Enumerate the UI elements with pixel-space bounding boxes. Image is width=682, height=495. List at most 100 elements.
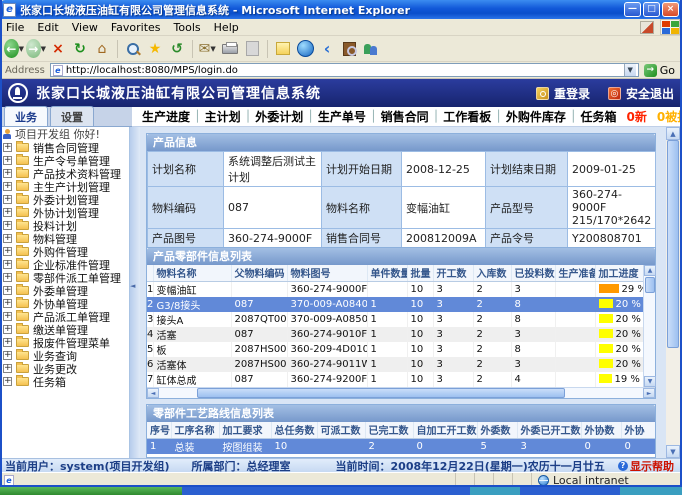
tree-item-18[interactable]: +任务箱 <box>0 375 129 388</box>
quick-swoosh-icon[interactable]: ‹ <box>317 39 337 59</box>
menu-item-file[interactable]: File <box>6 21 24 34</box>
table-row[interactable]: 4活塞087360-274-9010F11032320 % <box>147 327 643 342</box>
search-icon[interactable] <box>123 39 143 59</box>
taskbar-segment[interactable] <box>470 487 520 495</box>
tab-业务[interactable]: 业务 <box>4 106 48 126</box>
expand-icon[interactable]: + <box>3 182 12 191</box>
column-header[interactable]: 父物料编码 <box>231 265 287 281</box>
expand-icon[interactable]: + <box>3 221 12 230</box>
logout-button[interactable]: ◎ 安全退出 <box>608 85 674 102</box>
expand-icon[interactable]: + <box>3 273 12 282</box>
back-icon[interactable]: ←▼ <box>4 39 24 59</box>
menu-item-edit[interactable]: Edit <box>37 21 58 34</box>
menu-item-view[interactable]: View <box>72 21 98 34</box>
expand-icon[interactable]: + <box>3 143 12 152</box>
taskbar-segment[interactable] <box>620 487 682 495</box>
table-row[interactable]: 2G3/8接头087370-009-A084011032820 % <box>147 297 643 312</box>
scroll-thumb[interactable] <box>645 277 655 293</box>
column-header[interactable]: 自加工开工数 <box>413 422 477 438</box>
menu-item-favorites[interactable]: Favorites <box>111 21 161 34</box>
expand-icon[interactable]: + <box>3 351 12 360</box>
nav-item-0[interactable]: 生产进度 <box>142 108 190 125</box>
edit-icon[interactable] <box>242 39 262 59</box>
nav-item-1[interactable]: 主计划 <box>205 108 241 125</box>
address-dropdown-icon[interactable]: ▼ <box>624 64 636 76</box>
mail-icon[interactable]: ✉▼ <box>198 39 218 59</box>
scroll-down-icon[interactable]: ▼ <box>644 376 656 387</box>
table-row[interactable]: 1总装按图组装10205300 <box>147 438 655 454</box>
page-vertical-scrollbar[interactable]: ▲ ▼ <box>666 127 680 458</box>
scroll-down-icon[interactable]: ▼ <box>666 445 680 458</box>
column-header[interactable]: 外委已开工数 <box>517 422 581 438</box>
nav-item-7[interactable]: 任务箱 <box>580 108 616 125</box>
scroll-right-icon[interactable]: ► <box>643 388 655 398</box>
refresh-icon[interactable]: ↻ <box>70 39 90 59</box>
nav-item-3[interactable]: 生产单号 <box>318 108 366 125</box>
menu-item-tools[interactable]: Tools <box>174 21 201 34</box>
messenger-globe-icon[interactable] <box>295 39 315 59</box>
expand-icon[interactable]: + <box>3 377 12 386</box>
nav-item-5[interactable]: 工作看板 <box>443 108 491 125</box>
column-header[interactable]: 批量 <box>407 265 433 281</box>
column-header[interactable]: 外委数 <box>477 422 517 438</box>
dropdown-icon[interactable]: ▼ <box>41 45 46 53</box>
tab-设置[interactable]: 设置 <box>50 106 94 126</box>
expand-icon[interactable]: + <box>3 286 12 295</box>
expand-icon[interactable]: + <box>3 169 12 178</box>
relogin-button[interactable]: 重登录 <box>536 85 590 102</box>
column-header[interactable]: 入库数 <box>473 265 511 281</box>
table-row[interactable]: 1变幅油缸360-274-9000F1032329 % <box>147 281 643 297</box>
dropdown-icon[interactable]: ▼ <box>19 45 24 53</box>
grid-horizontal-scrollbar[interactable]: ◄ ► <box>147 387 655 398</box>
column-header[interactable]: 序号 <box>147 422 171 438</box>
go-button[interactable]: → Go <box>644 64 679 77</box>
menu-item-help[interactable]: Help <box>214 21 239 34</box>
expand-icon[interactable]: + <box>3 156 12 165</box>
print-icon[interactable] <box>220 39 240 59</box>
expand-icon[interactable]: + <box>3 312 12 321</box>
favorites-icon[interactable]: ★ <box>145 39 165 59</box>
expand-icon[interactable]: + <box>3 325 12 334</box>
expand-icon[interactable]: + <box>3 338 12 347</box>
windows-taskbar[interactable] <box>0 487 682 495</box>
expand-icon[interactable]: + <box>3 299 12 308</box>
forward-icon[interactable]: →▼ <box>26 39 46 59</box>
nav-item-2[interactable]: 外委计划 <box>255 108 303 125</box>
expand-icon[interactable]: + <box>3 234 12 243</box>
column-header[interactable]: 单件数量 <box>367 265 407 281</box>
nav-item-6[interactable]: 外购件库存 <box>506 108 566 125</box>
scroll-left-icon[interactable]: ◄ <box>147 388 159 398</box>
column-header[interactable]: 物料图号 <box>287 265 367 281</box>
table-row[interactable]: 3接头A2087QT002370-009-A085011032820 % <box>147 312 643 327</box>
column-header[interactable]: 开工数 <box>433 265 473 281</box>
column-header[interactable]: 可派工数 <box>317 422 365 438</box>
scroll-up-icon[interactable]: ▲ <box>666 127 680 140</box>
stop-icon[interactable]: × <box>48 39 68 59</box>
expand-icon[interactable]: + <box>3 260 12 269</box>
table-row[interactable]: 6活塞体2087HS002360-274-9011W11032320 % <box>147 357 643 372</box>
expand-icon[interactable]: + <box>3 364 12 373</box>
expand-icon[interactable]: + <box>3 208 12 217</box>
discuss-note-icon[interactable] <box>273 39 293 59</box>
home-icon[interactable]: ⌂ <box>92 39 112 59</box>
column-header[interactable]: 已完工数 <box>365 422 413 438</box>
column-header[interactable]: 工序名称 <box>171 422 219 438</box>
column-header[interactable]: 总任务数 <box>271 422 317 438</box>
dropdown-icon[interactable]: ▼ <box>210 45 217 53</box>
column-header[interactable]: 加工进度 <box>595 265 643 281</box>
expand-icon[interactable]: + <box>3 247 12 256</box>
column-header[interactable]: 外协数 <box>581 422 621 438</box>
expand-icon[interactable]: + <box>3 195 12 204</box>
table-row[interactable]: 5板2087HS002360-209-4D01011032820 % <box>147 342 643 357</box>
start-button-edge[interactable] <box>0 487 182 495</box>
grid-vertical-scrollbar[interactable]: ▲ ▼ <box>643 265 655 387</box>
column-header[interactable]: 生产准备 <box>555 265 595 281</box>
column-header[interactable]: 加工要求 <box>219 422 271 438</box>
table-row[interactable]: 7缸体总成087360-274-9200F11032419 % <box>147 372 643 387</box>
scroll-up-icon[interactable]: ▲ <box>644 265 656 276</box>
address-input[interactable]: e http://localhost:8080/MPS/login.do ▼ <box>50 63 639 77</box>
research-icon[interactable] <box>339 39 359 59</box>
column-header[interactable]: 已投料数 <box>511 265 555 281</box>
nav-item-4[interactable]: 销售合同 <box>381 108 429 125</box>
scroll-thumb[interactable] <box>667 140 679 348</box>
